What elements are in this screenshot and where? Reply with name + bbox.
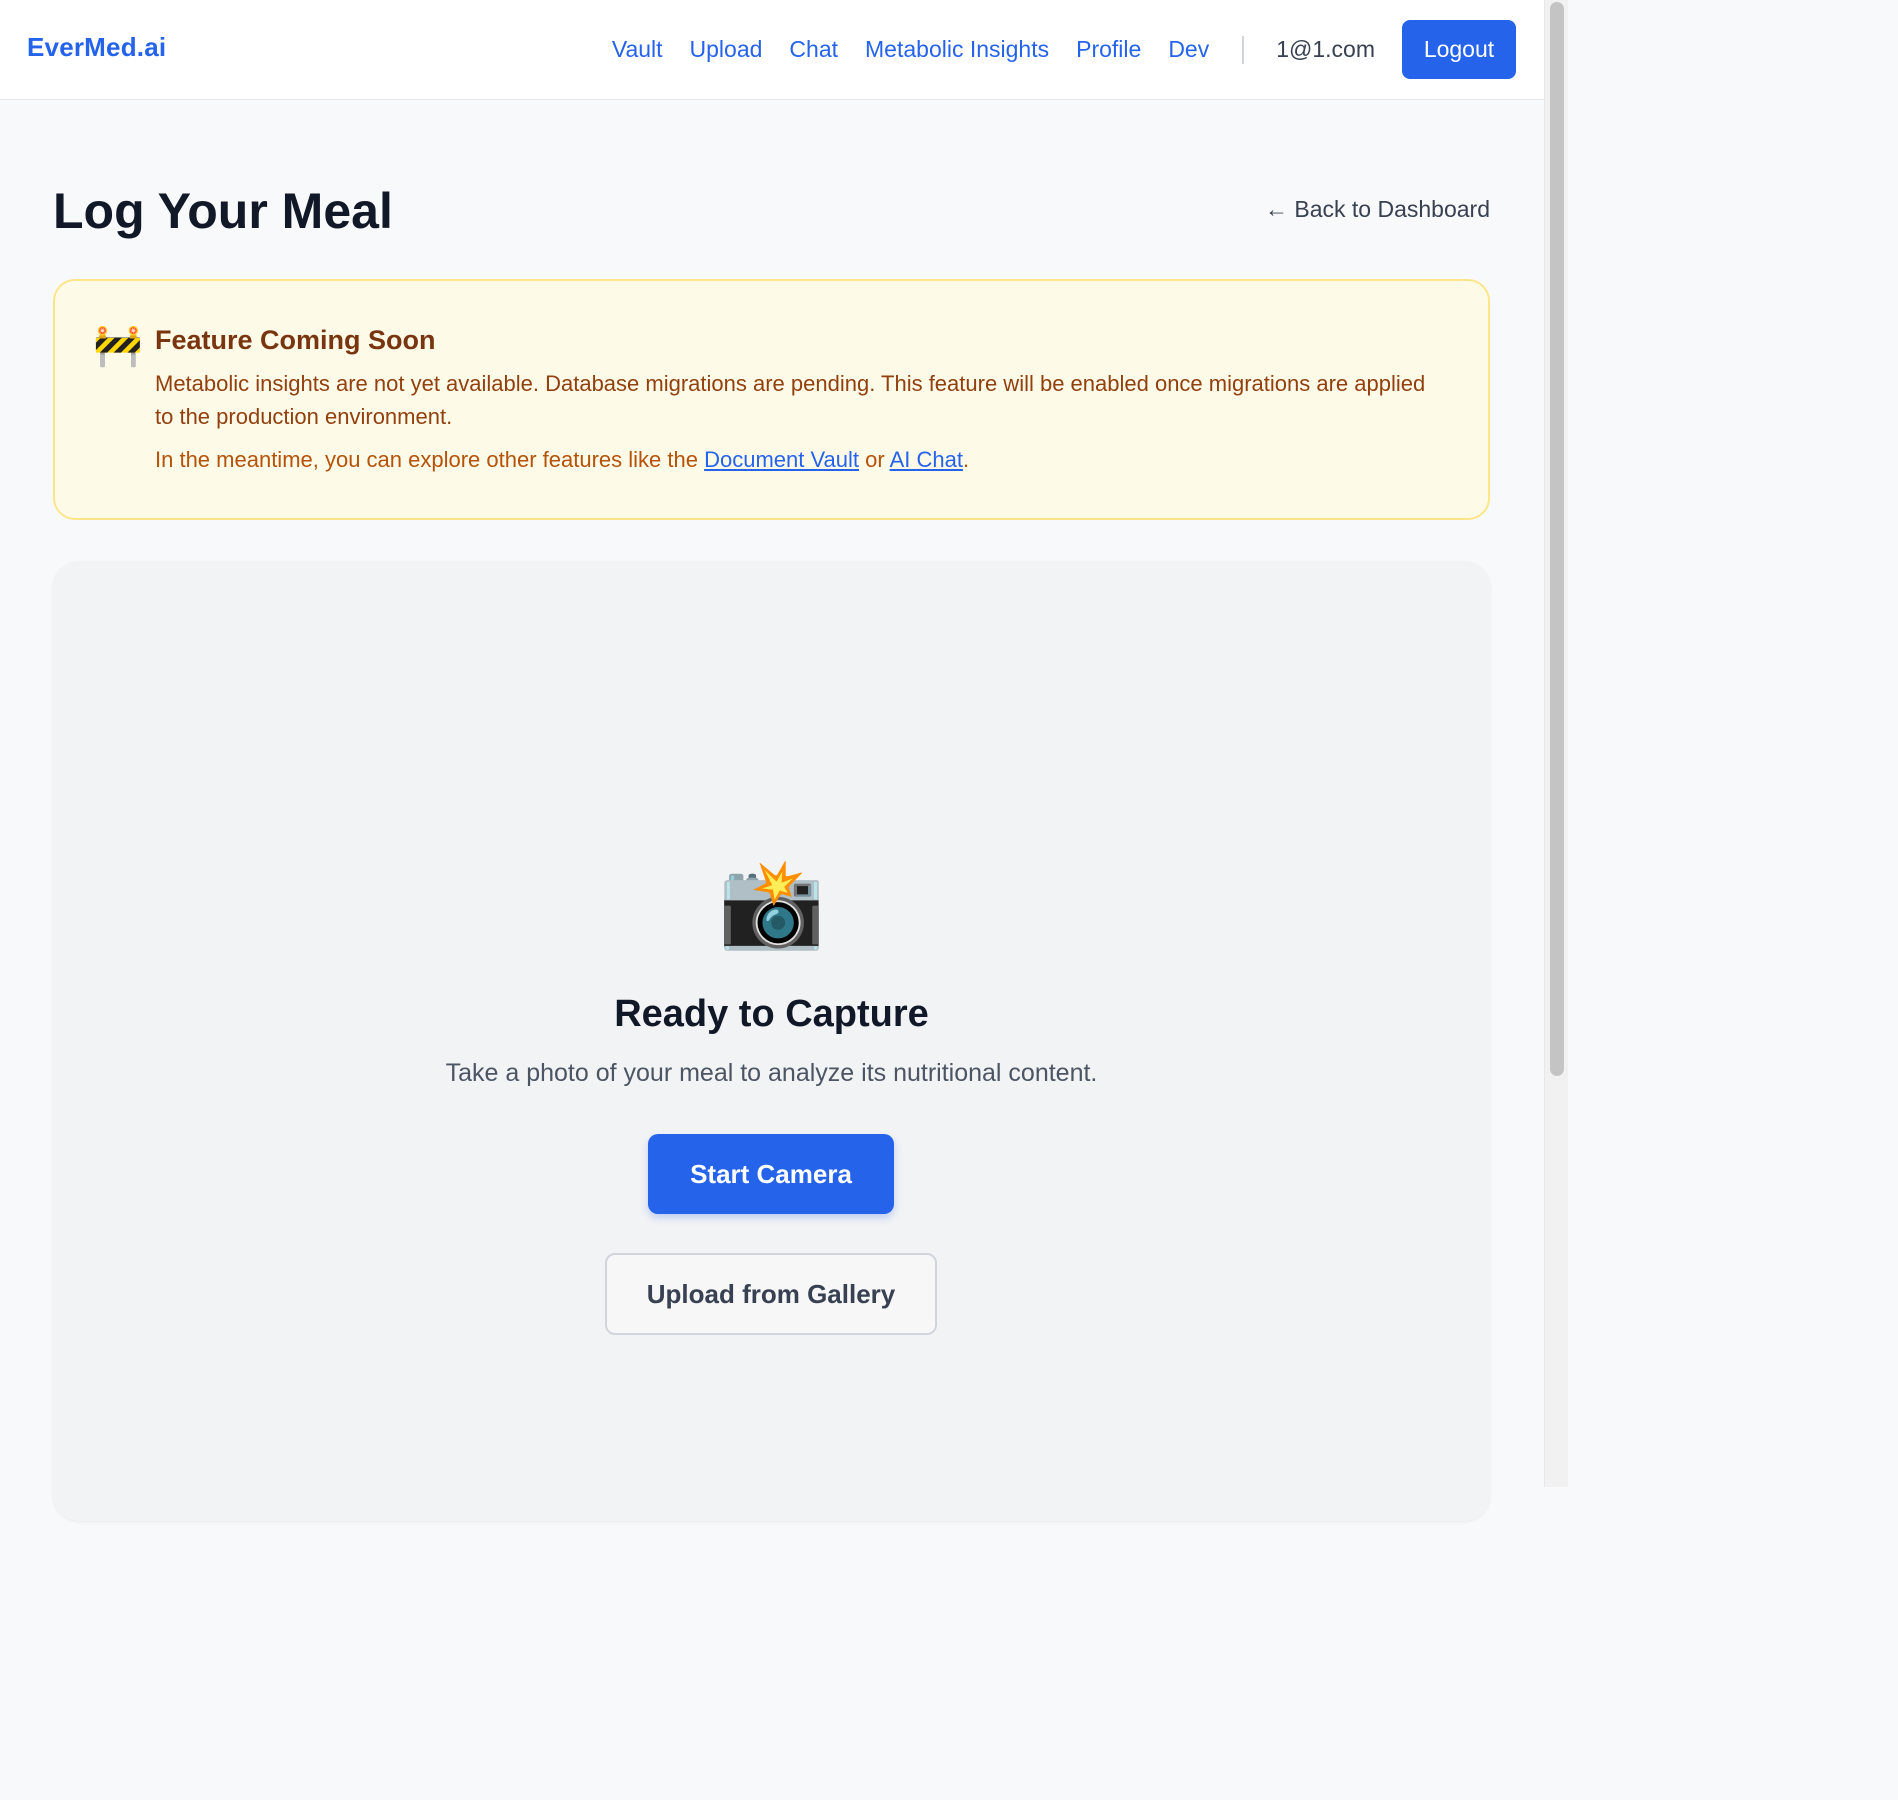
construction-icon: 🚧 <box>93 324 143 368</box>
nav-link-upload[interactable]: Upload <box>690 36 763 63</box>
camera-flash-icon: 📸 <box>717 856 826 952</box>
ai-chat-link[interactable]: AI Chat <box>890 447 963 472</box>
capture-description: Take a photo of your meal to analyze its… <box>445 1059 1098 1087</box>
back-to-dashboard-link[interactable]: ← Back to Dashboard <box>1265 196 1490 223</box>
notice-extra-or: or <box>859 447 890 472</box>
nav-link-chat[interactable]: Chat <box>789 36 838 63</box>
meal-capture-card: 📸 Ready to Capture Take a photo of your … <box>53 561 1490 1521</box>
upload-from-gallery-button[interactable]: Upload from Gallery <box>605 1253 937 1335</box>
notice-title: Feature Coming Soon <box>155 325 436 355</box>
document-vault-link[interactable]: Document Vault <box>704 447 859 472</box>
logout-button[interactable]: Logout <box>1402 20 1516 79</box>
nav-link-vault[interactable]: Vault <box>612 36 663 63</box>
notice-alternatives: In the meantime, you can explore other f… <box>155 447 969 473</box>
nav-link-profile[interactable]: Profile <box>1076 36 1141 63</box>
start-camera-button[interactable]: Start Camera <box>648 1134 894 1214</box>
scrollbar-thumb[interactable] <box>1550 2 1564 1076</box>
page-scrollbar[interactable] <box>1544 0 1568 1487</box>
page-title: Log Your Meal <box>53 183 393 239</box>
notice-extra-suffix: . <box>962 447 970 472</box>
user-email: 1@1.com <box>1276 36 1375 62</box>
nav-link-metabolic-insights[interactable]: Metabolic Insights <box>865 36 1049 63</box>
nav-link-dev[interactable]: Dev <box>1168 36 1209 63</box>
notice-extra-prefix: In the meantime, you can explore other f… <box>155 447 705 472</box>
nav-divider <box>1242 35 1245 64</box>
capture-title: Ready to Capture <box>614 993 929 1035</box>
top-navbar: EverMed.ai Vault Upload Chat Metabolic I… <box>0 0 1544 100</box>
brand-logo-link[interactable]: EverMed.ai <box>27 32 166 63</box>
feature-coming-soon-notice: 🚧 Feature Coming Soon Metabolic insights… <box>53 279 1490 520</box>
notice-body: Metabolic insights are not yet available… <box>155 371 1426 429</box>
main-nav: Vault Upload Chat Metabolic Insights Pro… <box>612 20 1516 79</box>
